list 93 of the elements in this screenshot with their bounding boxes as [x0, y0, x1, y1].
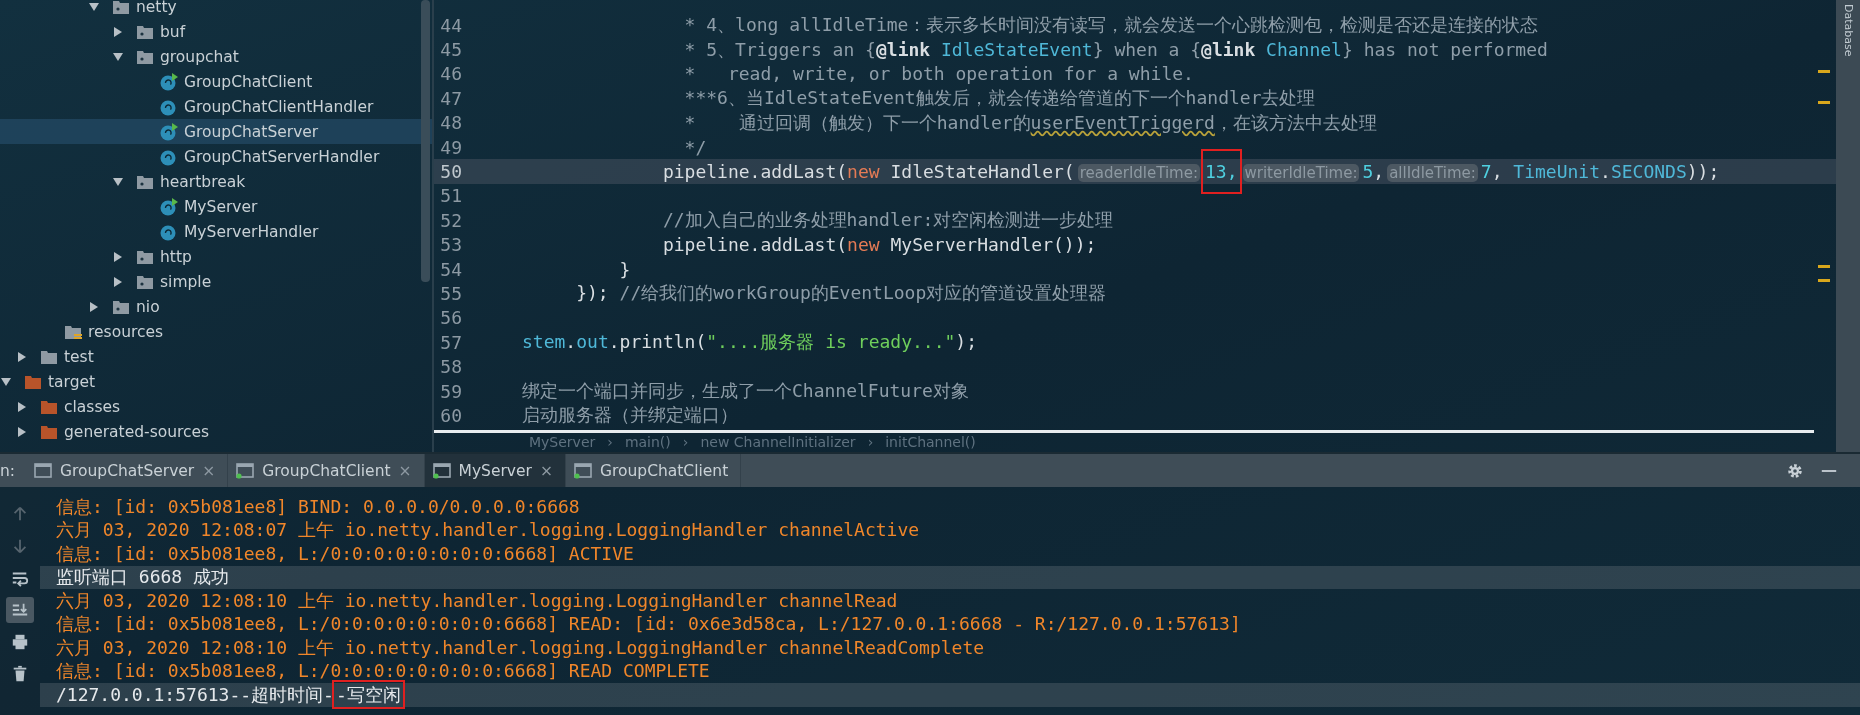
console-line: 信息: [id: 0x5b081ee8, L:/0:0:0:0:0:0:0:0:6668] READ: [id: 0x6e3d58ca, L:/127.0.0.1:6668 - R:/127.0.0.1:57613]	[56, 612, 1241, 637]
collapsed-arrow-icon[interactable]	[16, 425, 28, 438]
tree-item[interactable]: groupchat	[0, 44, 432, 69]
console-line: 六月 03, 2020 12:08:10 上午 io.netty.handler.logging.LoggingHandler channelRead	[56, 588, 898, 613]
line-number: 55	[439, 283, 463, 304]
breadcrumb-separator: ›	[607, 434, 613, 450]
scrollbar-thumb[interactable]	[421, 0, 430, 282]
expanded-arrow-icon[interactable]	[0, 375, 12, 388]
line-number: 44	[439, 14, 463, 36]
code-line: //加入自己的业务处理handler:对空闲检测进一步处理	[661, 208, 1114, 233]
run-tab[interactable]: MyServer ×	[424, 454, 566, 487]
warning-marker[interactable]	[1818, 101, 1830, 104]
console-icon	[432, 462, 451, 479]
line-number: 53	[439, 234, 463, 256]
line-number: 57	[439, 331, 463, 353]
run-panel-label: n:	[0, 460, 17, 482]
warning-marker[interactable]	[1818, 279, 1830, 282]
expanded-arrow-icon[interactable]	[88, 0, 100, 13]
settings-icon[interactable]	[1786, 461, 1804, 480]
runnable-class-icon	[160, 72, 178, 91]
line-number: 59	[439, 380, 463, 402]
tree-item[interactable]: generated-sources	[0, 419, 432, 444]
tree-item[interactable]: GroupChatClient	[0, 69, 432, 94]
tree-item[interactable]: resources	[0, 319, 432, 344]
code-line: * read, write, or both operation for a while.	[683, 63, 1194, 85]
database-tool-tab[interactable]: Database	[1841, 4, 1855, 57]
warning-marker[interactable]	[1818, 70, 1830, 73]
tree-item[interactable]: heartbreak	[0, 169, 432, 194]
tree-item[interactable]: netty	[0, 0, 432, 19]
line-number: 54	[439, 258, 463, 280]
code-line: * 5、Triggers an {@link IdleStateEvent} when a {@link Channel} has not performed	[683, 37, 1548, 62]
tree-item[interactable]: nio	[0, 294, 432, 319]
tree-item[interactable]: buf	[0, 19, 432, 44]
run-tab[interactable]: GroupChatServer ×	[26, 454, 229, 487]
console-line: 信息: [id: 0x5b081ee8] BIND: 0.0.0.0/0.0.0.0:6668	[56, 494, 580, 519]
runnable-class-icon	[160, 197, 178, 216]
line-number: 60	[439, 404, 463, 426]
code-line: * 通过回调（触发）下一个handler的userEventTriggerd，在该方法中去处理	[683, 110, 1377, 135]
tree-item[interactable]: GroupChatServerHandler	[0, 144, 432, 169]
collapsed-arrow-icon[interactable]	[112, 25, 124, 38]
console-icon	[236, 462, 255, 479]
code-line: 绑定一个端口并同步，生成了一个ChannelFuture对象	[522, 379, 969, 404]
collapsed-arrow-icon[interactable]	[112, 275, 124, 288]
console-line: 信息: [id: 0x5b081ee8, L:/0:0:0:0:0:0:0:0:6668] READ COMPLETE	[56, 659, 710, 684]
line-number: 47	[439, 87, 463, 109]
folder-icon	[112, 0, 130, 16]
horizontal-scrollbar[interactable]	[434, 430, 1814, 433]
code-line: 启动服务器（并绑定端口）	[522, 403, 738, 428]
code-line: pipeline.addLast(new MyServerHandler());	[661, 234, 1097, 256]
tree-item[interactable]: http	[0, 244, 432, 269]
code-line: ***6、当IdleStateEvent触发后，就会传递给管道的下一个handler去处理	[683, 86, 1316, 111]
code-line: */	[683, 136, 707, 158]
run-tab[interactable]: GroupChatClient	[565, 454, 742, 487]
expanded-arrow-icon[interactable]	[112, 175, 124, 188]
tree-item[interactable]: test	[0, 344, 432, 369]
console-line: 信息: [id: 0x5b081ee8, L:/0:0:0:0:0:0:0:0:6668] ACTIVE	[56, 541, 634, 566]
breadcrumb-separator: ›	[867, 434, 874, 450]
tree-item[interactable]: MyServer	[0, 194, 432, 219]
console-line: 监听端口 6668 成功	[56, 565, 230, 590]
code-line: }	[618, 258, 631, 280]
tree-item[interactable]: simple	[0, 269, 432, 294]
line-number: 50	[439, 161, 463, 183]
code-line: }); //给我们的workGroup的EventLoop对应的管道设置处理器	[575, 281, 1107, 306]
line-number: 58	[439, 356, 463, 378]
tree-item[interactable]: GroupChatServer	[0, 119, 432, 144]
code-line: * 4、long allIdleTime：表示多长时间没有读写，就会发送一个心跳检测包，检测是否还是连接的状态	[683, 13, 1539, 38]
line-number: 49	[439, 136, 463, 158]
line-number: 56	[439, 307, 463, 329]
line-number: 48	[439, 112, 463, 134]
console-icon	[573, 462, 592, 479]
collapsed-arrow-icon[interactable]	[88, 300, 100, 313]
collapsed-arrow-icon[interactable]	[112, 250, 124, 263]
line-number: 46	[439, 63, 463, 85]
warning-marker[interactable]	[1818, 265, 1830, 268]
run-tab[interactable]: GroupChatClient ×	[228, 454, 425, 487]
console-line: 六月 03, 2020 12:08:07 上午 io.netty.handler.logging.LoggingHandler channelActive	[56, 518, 920, 543]
line-number: 45	[439, 39, 463, 61]
console-line: /127.0.0.1:57613--超时时间--写空闲	[56, 682, 403, 707]
line-number: 52	[439, 209, 463, 231]
code-line: stem.out.println("....服务器 is ready...");	[522, 330, 978, 355]
expanded-arrow-icon[interactable]	[112, 50, 124, 63]
console-icon	[34, 462, 52, 479]
scroll-end-icon[interactable]	[6, 597, 34, 623]
collapsed-arrow-icon[interactable]	[16, 400, 28, 413]
line-number: 51	[439, 185, 463, 207]
console-line: 六月 03, 2020 12:08:10 上午 io.netty.handler.logging.LoggingHandler channelReadComplete	[56, 635, 985, 660]
tree-item[interactable]: MyServerHandler	[0, 219, 432, 244]
tree-item[interactable]: GroupChatClientHandler	[0, 94, 432, 119]
collapsed-arrow-icon[interactable]	[16, 350, 28, 363]
runnable-class-icon	[160, 122, 178, 141]
tree-item[interactable]: classes	[0, 394, 432, 419]
tree-item[interactable]: target	[0, 369, 432, 394]
breadcrumb-separator: ›	[682, 434, 689, 450]
